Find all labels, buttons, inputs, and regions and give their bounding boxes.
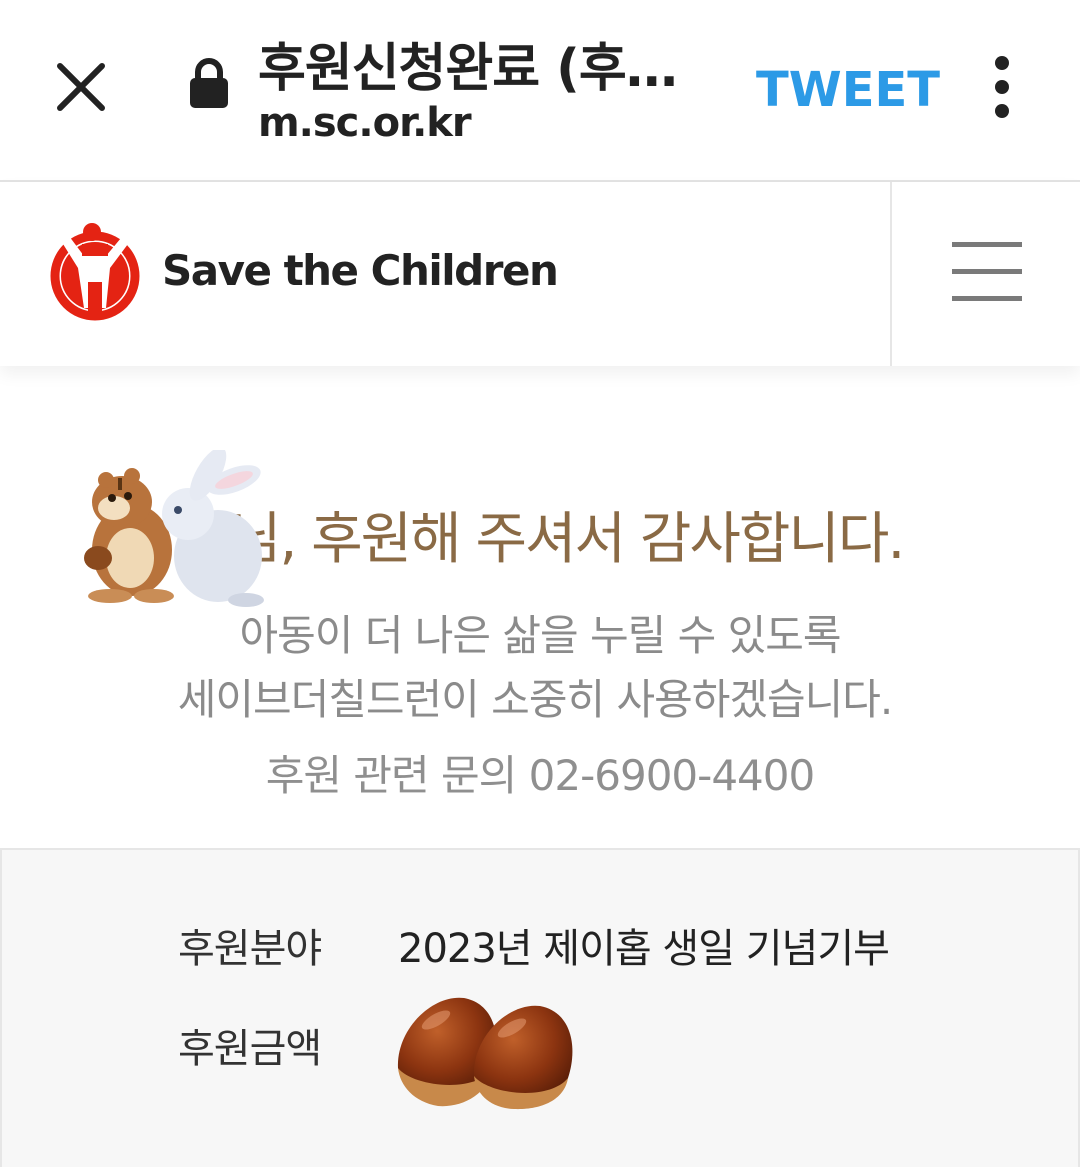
page-title: 후원신청완료 (후…	[258, 39, 678, 99]
browser-toolbar: 후원신청완료 (후… m.sc.or.kr TWEET	[0, 0, 1080, 182]
contact-phone-text: 후원 관련 문의 02-6900-4400	[265, 751, 815, 800]
page-url: m.sc.or.kr	[258, 100, 472, 146]
kebab-dot	[995, 104, 1009, 118]
header-divider	[890, 182, 892, 366]
save-the-children-emblem-icon	[50, 223, 140, 321]
kebab-dot	[995, 56, 1009, 70]
close-icon	[57, 63, 105, 111]
thank-you-line-1: 아동이 더 나은 삶을 누릴 수 있도록	[239, 611, 841, 660]
site-header: Save the Children	[0, 182, 1080, 366]
close-button[interactable]	[52, 58, 110, 116]
donation-amount-label: 후원금액	[178, 1026, 322, 1072]
save-the-children-logo[interactable]: Save the Children	[48, 222, 559, 326]
hamburger-line	[952, 242, 1022, 247]
lock-icon	[188, 58, 230, 110]
hamburger-line	[952, 296, 1022, 301]
hamburger-menu-button[interactable]	[952, 242, 1022, 304]
donation-field-label: 후원분야	[178, 926, 322, 972]
kebab-dot	[995, 80, 1009, 94]
chestnut-emoji-icon	[397, 997, 573, 1110]
chipmunk-rabbit-sticker-icon	[84, 450, 264, 607]
donation-details-box: 후원분야 2023년 제이홉 생일 기념기부 후원금액	[0, 848, 1080, 1167]
tweet-button[interactable]: TWEET	[756, 62, 940, 118]
donation-field-value: 2023년 제이홉 생일 기념기부	[398, 926, 890, 972]
thank-you-line-2: 세이브더칠드런이 소중히 사용하겠습니다.	[177, 675, 894, 724]
thank-you-title: 님, 후원해 주셔서 감사합니다.	[230, 507, 905, 572]
thank-you-section: 님, 후원해 주셔서 감사합니다. 아동이 더 나은 삶을 누릴 수 있도록 세…	[0, 366, 1080, 846]
logo-text: Save the Children	[162, 246, 559, 295]
more-options-button[interactable]	[986, 56, 1018, 118]
hamburger-line	[952, 269, 1022, 274]
